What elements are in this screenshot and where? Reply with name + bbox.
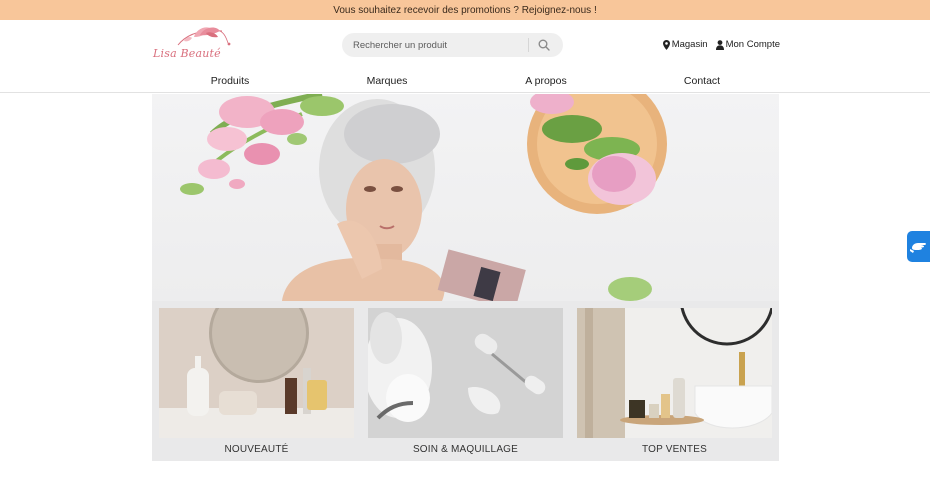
store-link-label[interactable]: Magasin (672, 39, 708, 50)
promo-text[interactable]: Vous souhaitez recevoir des promotions ?… (333, 5, 596, 16)
account-link[interactable]: Mon Compte (715, 39, 780, 50)
logo[interactable]: Lisa Beauté (150, 23, 236, 67)
category-label-top-sales[interactable]: TOP VENTES (577, 444, 772, 455)
category-image-care-makeup[interactable] (368, 308, 563, 438)
user-icon (715, 39, 724, 50)
account-link-label[interactable]: Mon Compte (726, 39, 780, 50)
category-card-top-sales[interactable]: TOP VENTES (577, 308, 772, 458)
product-package (437, 249, 526, 301)
store-link[interactable]: Magasin (662, 39, 708, 50)
hero-banner (152, 94, 779, 301)
nav-item-contact[interactable]: Contact (684, 75, 720, 87)
search-divider (528, 38, 529, 52)
header-links: Magasin Mon Compte (662, 39, 780, 50)
hero-image (180, 94, 667, 301)
woman-with-towel (282, 99, 445, 301)
category-image-top-sales[interactable] (577, 308, 772, 438)
search-box[interactable] (342, 33, 563, 57)
nav-item-brands[interactable]: Marques (367, 75, 408, 87)
flowers-left (180, 94, 344, 195)
flower-bowl (527, 94, 667, 214)
search-input[interactable] (342, 39, 528, 51)
main-nav: Produits Marques A propos Contact (0, 72, 930, 93)
category-image-new[interactable] (159, 308, 354, 438)
hand-icon (909, 242, 926, 253)
logo-text: Lisa Beauté (153, 47, 221, 60)
category-label-new[interactable]: NOUVEAUTÉ (159, 444, 354, 455)
category-card-new[interactable]: NOUVEAUTÉ (159, 308, 354, 458)
floating-help-tab[interactable] (907, 231, 930, 262)
category-card-care-makeup[interactable]: SOIN & MAQUILLAGE (368, 308, 563, 458)
category-label-care-makeup[interactable]: SOIN & MAQUILLAGE (368, 444, 563, 455)
header: Lisa Beauté Magasin Mon Compte (0, 20, 930, 72)
map-pin-icon (662, 39, 670, 50)
search-icon[interactable] (538, 38, 552, 52)
category-section: NOUVEAUTÉ SOIN & MAQUILLAGE TOP VENTES (152, 301, 779, 461)
promo-bar[interactable]: Vous souhaitez recevoir des promotions ?… (0, 0, 930, 20)
nav-item-about[interactable]: A propos (525, 75, 566, 87)
nav-item-products[interactable]: Produits (211, 75, 250, 87)
